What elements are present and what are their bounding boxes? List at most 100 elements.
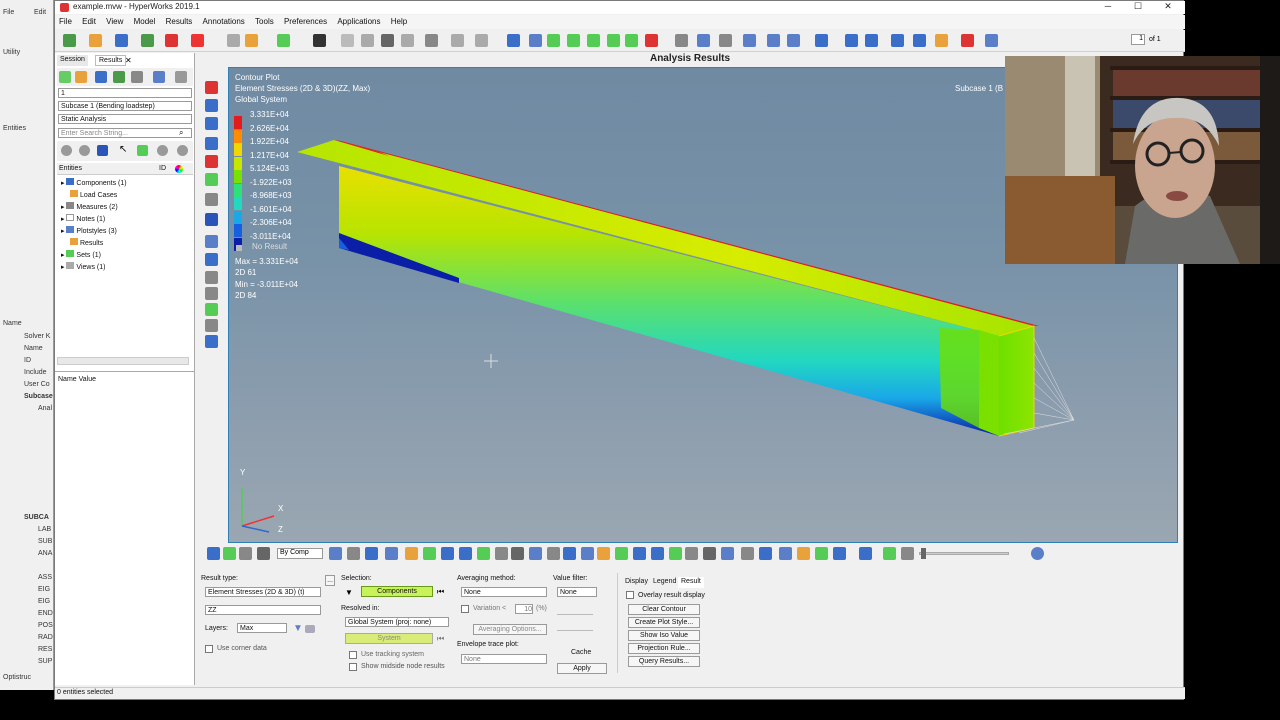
eye-icon[interactable] bbox=[61, 145, 72, 156]
view-tool-icon[interactable] bbox=[205, 303, 218, 316]
axis-icon[interactable] bbox=[567, 34, 580, 47]
result-tool-icon[interactable] bbox=[563, 547, 576, 560]
copy-icon[interactable] bbox=[401, 34, 414, 47]
variation-input[interactable]: 10 bbox=[515, 604, 533, 614]
filter-icon[interactable]: ▼ bbox=[293, 623, 303, 634]
cursor-icon[interactable]: ↖ bbox=[119, 144, 127, 155]
add-page-icon[interactable] bbox=[277, 34, 290, 47]
result-tool-icon[interactable] bbox=[703, 547, 716, 560]
splitter[interactable] bbox=[55, 371, 195, 372]
cube-icon[interactable] bbox=[95, 71, 107, 83]
import-icon[interactable] bbox=[141, 34, 154, 47]
menu-edit[interactable]: Edit bbox=[78, 15, 100, 28]
minimize-icon[interactable]: ─ bbox=[1093, 1, 1123, 13]
result-tool-icon[interactable] bbox=[633, 547, 646, 560]
result-tool-icon[interactable] bbox=[685, 547, 698, 560]
reverse-icon[interactable]: ⏮ bbox=[437, 587, 444, 597]
grid-icon[interactable] bbox=[131, 71, 143, 83]
by-comp-combo[interactable]: By Comp bbox=[277, 548, 323, 559]
playback-icon[interactable] bbox=[901, 547, 914, 560]
averaging-options-button[interactable]: Averaging Options... bbox=[473, 624, 547, 635]
result-tool-icon[interactable] bbox=[511, 547, 524, 560]
result-tool-icon[interactable] bbox=[477, 547, 490, 560]
filter-min-input[interactable] bbox=[557, 605, 593, 615]
playback-icon[interactable] bbox=[815, 547, 828, 560]
view-tool-icon[interactable] bbox=[205, 253, 218, 266]
plot-icon[interactable] bbox=[985, 34, 998, 47]
tree-item-notes[interactable]: ▸ Notes (1) bbox=[61, 214, 105, 223]
projection-rule-button[interactable]: Projection Rule... bbox=[628, 643, 700, 654]
result-tool-icon[interactable] bbox=[423, 547, 436, 560]
result-tool-icon[interactable] bbox=[495, 547, 508, 560]
close-icon[interactable]: ✕ bbox=[1153, 1, 1183, 13]
settings-icon[interactable] bbox=[175, 71, 187, 83]
tab-display[interactable]: Display bbox=[622, 577, 651, 588]
rotate-icon[interactable] bbox=[767, 34, 780, 47]
axis-icon[interactable] bbox=[625, 34, 638, 47]
system-button[interactable]: System bbox=[345, 633, 433, 644]
frame-icon[interactable] bbox=[645, 34, 658, 47]
zoom-icon[interactable] bbox=[697, 34, 710, 47]
folder-icon[interactable] bbox=[245, 34, 258, 47]
result-tool-icon[interactable] bbox=[405, 547, 418, 560]
result-tool-icon[interactable] bbox=[615, 547, 628, 560]
move-icon[interactable] bbox=[743, 34, 756, 47]
playback-icon[interactable] bbox=[833, 547, 846, 560]
create-plot-style-button[interactable]: Create Plot Style... bbox=[628, 617, 700, 628]
view-tool-icon[interactable] bbox=[205, 193, 218, 206]
tracking-checkbox[interactable] bbox=[349, 651, 357, 659]
new-icon[interactable] bbox=[63, 34, 76, 47]
menu-tools[interactable]: Tools bbox=[251, 15, 278, 28]
result-tool-icon[interactable] bbox=[441, 547, 454, 560]
overlay-checkbox[interactable] bbox=[626, 591, 634, 599]
playback-icon[interactable] bbox=[883, 547, 896, 560]
view-tool-icon[interactable] bbox=[205, 319, 218, 332]
analysis-combo[interactable]: Static Analysis bbox=[58, 114, 192, 124]
result-tool-icon[interactable] bbox=[721, 547, 734, 560]
menu-file[interactable]: File bbox=[55, 15, 76, 28]
import-icon[interactable] bbox=[59, 71, 71, 83]
delete-icon[interactable] bbox=[451, 34, 464, 47]
result-tool-icon[interactable] bbox=[759, 547, 772, 560]
view-tool-icon[interactable] bbox=[205, 137, 218, 150]
result-type-more-button[interactable]: ... bbox=[325, 575, 335, 586]
result-tool-icon[interactable] bbox=[547, 547, 560, 560]
add-icon[interactable] bbox=[113, 71, 125, 83]
eye-icon[interactable] bbox=[177, 145, 188, 156]
menu-model[interactable]: Model bbox=[130, 15, 160, 28]
animation-slider-handle[interactable] bbox=[921, 548, 926, 559]
result-tool-icon[interactable] bbox=[329, 547, 342, 560]
fit-icon[interactable] bbox=[675, 34, 688, 47]
view-icon[interactable] bbox=[865, 34, 878, 47]
report-icon[interactable] bbox=[961, 34, 974, 47]
tree-item-measures[interactable]: ▸ Measures (2) bbox=[61, 202, 118, 211]
show-iso-value-button[interactable]: Show Iso Value bbox=[628, 630, 700, 641]
result-tool-icon[interactable] bbox=[669, 547, 682, 560]
view-tool-icon[interactable] bbox=[205, 271, 218, 284]
view-tool-icon[interactable] bbox=[205, 335, 218, 348]
result-tool-icon[interactable] bbox=[651, 547, 664, 560]
save-icon[interactable] bbox=[115, 34, 128, 47]
menu-view[interactable]: View bbox=[102, 15, 127, 28]
resolved-combo[interactable]: Global System (proj: none) bbox=[345, 617, 449, 627]
eye-icon[interactable] bbox=[79, 145, 90, 156]
view-icon[interactable] bbox=[815, 34, 828, 47]
envelope-combo[interactable]: None bbox=[461, 654, 547, 664]
result-tool-icon[interactable] bbox=[597, 547, 610, 560]
menu-results[interactable]: Results bbox=[162, 15, 197, 28]
result-tool-icon[interactable] bbox=[347, 547, 360, 560]
layout-icon[interactable] bbox=[341, 34, 354, 47]
components-button[interactable]: Components bbox=[361, 586, 433, 597]
result-tool-icon[interactable] bbox=[257, 547, 270, 560]
view-tool-icon[interactable] bbox=[205, 235, 218, 248]
zoom-icon[interactable] bbox=[507, 34, 520, 47]
result-tool-icon[interactable] bbox=[207, 547, 220, 560]
tab-results[interactable]: Results bbox=[95, 55, 127, 66]
view-tool-icon[interactable] bbox=[205, 155, 218, 168]
tree-icon[interactable] bbox=[137, 145, 148, 156]
tab-session[interactable]: Session bbox=[57, 55, 88, 66]
triad-icon[interactable] bbox=[241, 488, 275, 533]
axis-icon[interactable] bbox=[547, 34, 560, 47]
paste-icon[interactable] bbox=[425, 34, 438, 47]
view-icon[interactable] bbox=[913, 34, 926, 47]
